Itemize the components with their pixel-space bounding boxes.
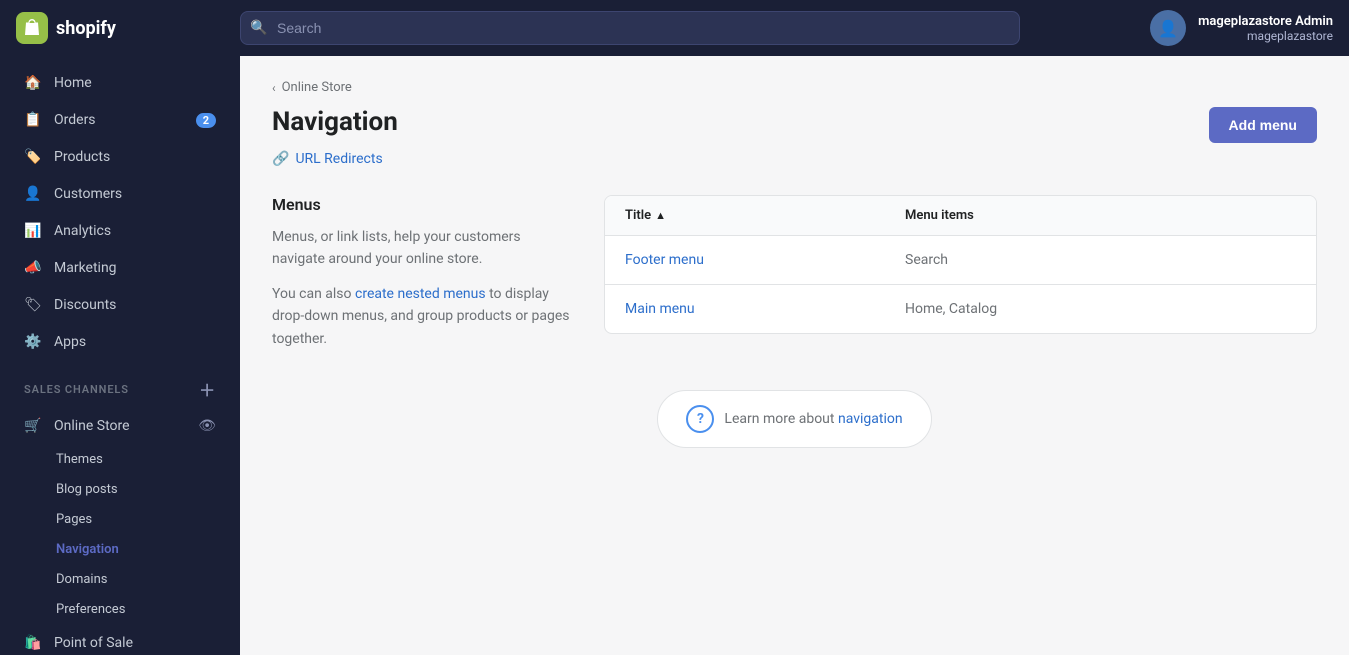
sidebar-label-online-store: Online Store [54, 418, 130, 434]
learn-more-section: ? Learn more about navigation [272, 390, 1317, 448]
sidebar-sub-preferences[interactable]: Preferences [8, 595, 232, 624]
discounts-icon: 🏷 [24, 296, 42, 314]
apps-icon: ⚙️ [24, 333, 42, 351]
footer-menu-link[interactable]: Footer menu [625, 252, 704, 268]
table-cell-footer-items: Search [905, 252, 1296, 268]
products-icon: 🏷️ [24, 148, 42, 166]
sidebar-label-apps: Apps [54, 334, 86, 350]
menus-desc-2: You can also create nested menus to disp… [272, 283, 572, 350]
sidebar: 🏠 Home 📋 Orders 2 🏷️ Products 👤 Customer… [0, 56, 240, 655]
learn-more-box: ? Learn more about navigation [657, 390, 931, 448]
sidebar-label-home: Home [54, 75, 92, 91]
sidebar-item-point-of-sale[interactable]: 🛍️ Point of Sale [8, 625, 232, 655]
sidebar-item-products[interactable]: 🏷️ Products [8, 139, 232, 175]
sidebar-label-orders: Orders [54, 112, 96, 128]
sidebar-sub-blog-posts[interactable]: Blog posts [8, 475, 232, 504]
search-input[interactable] [240, 11, 1020, 45]
sidebar-label-blog-posts: Blog posts [56, 482, 118, 497]
link-icon: 🔗 [272, 151, 289, 167]
menus-heading: Menus [272, 195, 572, 214]
table-cell-main-items: Home, Catalog [905, 301, 1296, 317]
pos-icon: 🛍️ [24, 634, 42, 652]
help-circle-icon: ? [686, 405, 714, 433]
main-layout: 🏠 Home 📋 Orders 2 🏷️ Products 👤 Customer… [0, 56, 1349, 655]
shopify-logo[interactable]: shopify [16, 12, 216, 44]
sidebar-item-discounts[interactable]: 🏷 Discounts [8, 287, 232, 323]
sidebar-item-marketing[interactable]: 📣 Marketing [8, 250, 232, 286]
orders-badge: 2 [196, 113, 216, 128]
sidebar-sub-pages[interactable]: Pages [8, 505, 232, 534]
user-store: mageplazastore [1198, 29, 1333, 43]
shopify-wordmark: shopify [56, 18, 116, 39]
topbar-right: 👤 mageplazastore Admin mageplazastore [1150, 10, 1333, 46]
sidebar-label-marketing: Marketing [54, 260, 117, 276]
shopify-bag-icon [16, 12, 48, 44]
sidebar-label-discounts: Discounts [54, 297, 116, 313]
main-menu-link[interactable]: Main menu [625, 301, 695, 317]
search-icon: 🔍 [250, 20, 267, 36]
url-redirects-link[interactable]: 🔗 URL Redirects [272, 151, 1317, 167]
table-cell-main-title: Main menu [625, 301, 905, 317]
orders-icon: 📋 [24, 111, 42, 129]
sidebar-item-home[interactable]: 🏠 Home [8, 65, 232, 101]
search-bar[interactable]: 🔍 [240, 11, 1020, 45]
sort-arrow-icon: ▲ [655, 209, 666, 222]
menus-section: Menus Menus, or link lists, help your cu… [272, 195, 1317, 362]
sidebar-label-customers: Customers [54, 186, 122, 202]
nested-menus-link[interactable]: create nested menus [355, 286, 486, 302]
sidebar-sub-domains[interactable]: Domains [8, 565, 232, 594]
home-icon: 🏠 [24, 74, 42, 92]
sidebar-label-pages: Pages [56, 512, 92, 527]
navigation-link[interactable]: navigation [838, 411, 903, 427]
breadcrumb-text: Online Store [282, 80, 352, 95]
content-area: ‹ Online Store Navigation Add menu 🔗 URL… [240, 56, 1349, 655]
menus-description: Menus Menus, or link lists, help your cu… [272, 195, 572, 362]
sidebar-sub-themes[interactable]: Themes [8, 445, 232, 474]
analytics-icon: 📊 [24, 222, 42, 240]
menus-table: Title ▲ Menu items Footer menu Search Ma… [604, 195, 1317, 334]
page-header: Navigation Add menu [272, 107, 1317, 143]
sidebar-sub-navigation[interactable]: Navigation [8, 535, 232, 564]
add-channel-icon[interactable]: ＋ [199, 377, 216, 401]
sidebar-label-analytics: Analytics [54, 223, 111, 239]
sidebar-item-customers[interactable]: 👤 Customers [8, 176, 232, 212]
topbar: shopify 🔍 👤 mageplazastore Admin magepla… [0, 0, 1349, 56]
user-info: mageplazastore Admin mageplazastore [1198, 14, 1333, 43]
sidebar-label-pos: Point of Sale [54, 635, 133, 651]
table-row[interactable]: Main menu Home, Catalog [605, 285, 1316, 333]
sidebar-item-orders[interactable]: 📋 Orders 2 [8, 102, 232, 138]
customers-icon: 👤 [24, 185, 42, 203]
sidebar-label-themes: Themes [56, 452, 103, 467]
avatar[interactable]: 👤 [1150, 10, 1186, 46]
breadcrumb-chevron-icon: ‹ [272, 81, 276, 95]
sidebar-label-navigation: Navigation [56, 542, 119, 557]
eye-icon[interactable]: 👁 [198, 418, 216, 434]
sales-channels-label: SALES CHANNELS ＋ [8, 361, 232, 407]
table-header-title: Title ▲ [625, 208, 905, 223]
sidebar-label-preferences: Preferences [56, 602, 125, 617]
page-title: Navigation [272, 107, 398, 137]
table-header-items: Menu items [905, 208, 1296, 223]
add-menu-button[interactable]: Add menu [1209, 107, 1317, 143]
url-redirects-text: URL Redirects [295, 151, 382, 167]
table-row[interactable]: Footer menu Search [605, 236, 1316, 285]
table-header: Title ▲ Menu items [605, 196, 1316, 236]
user-name: mageplazastore Admin [1198, 14, 1333, 29]
sidebar-label-domains: Domains [56, 572, 107, 587]
sidebar-item-apps[interactable]: ⚙️ Apps [8, 324, 232, 360]
table-cell-footer-title: Footer menu [625, 252, 905, 268]
learn-more-text: Learn more about navigation [724, 411, 902, 427]
menus-desc-1: Menus, or link lists, help your customer… [272, 226, 572, 271]
sidebar-label-products: Products [54, 149, 110, 165]
breadcrumb[interactable]: ‹ Online Store [272, 80, 1317, 95]
marketing-icon: 📣 [24, 259, 42, 277]
online-store-icon: 🛒 [24, 417, 42, 435]
sidebar-item-online-store[interactable]: 🛒 Online Store 👁 [8, 408, 232, 444]
sidebar-item-analytics[interactable]: 📊 Analytics [8, 213, 232, 249]
